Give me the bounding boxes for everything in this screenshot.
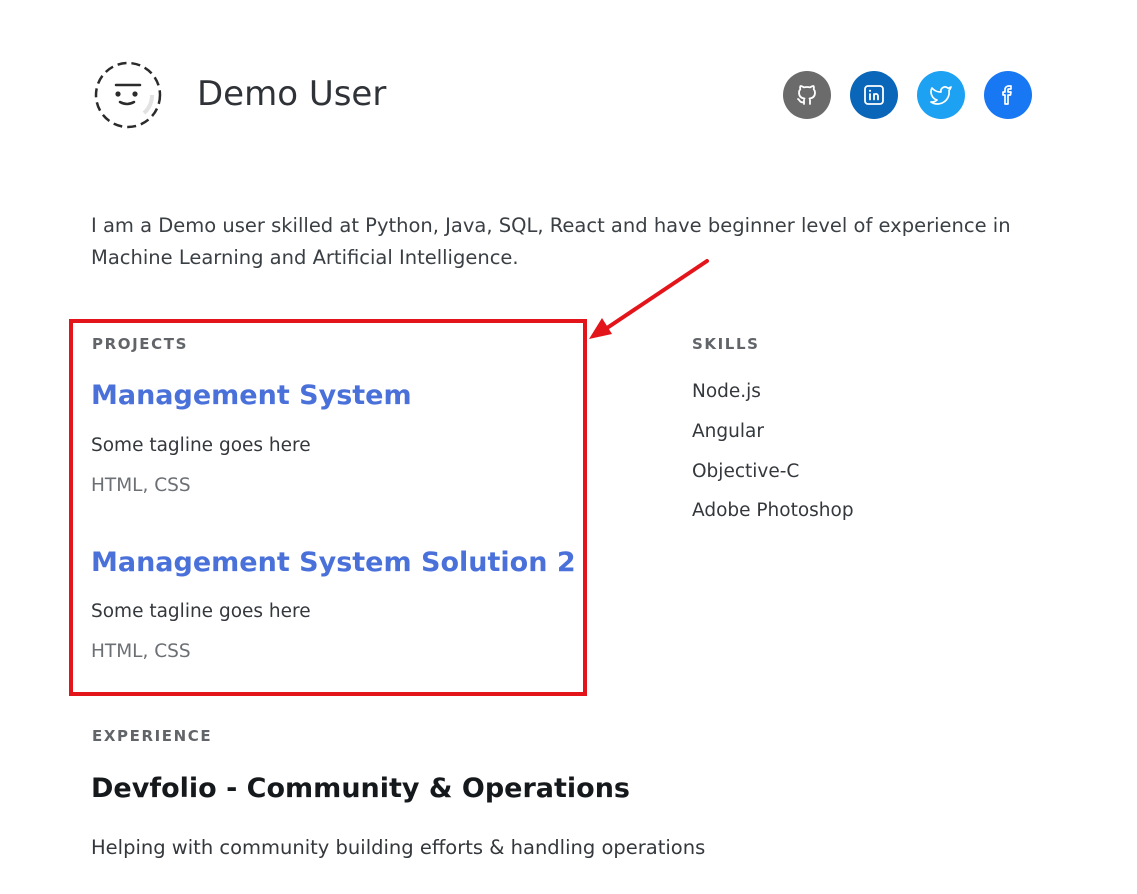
portfolio-page: Demo User I am a Demo user skilled at Py… (0, 0, 1137, 894)
skill-item: Objective-C (692, 461, 800, 482)
skill-item: Angular (692, 421, 764, 442)
bio-text: I am a Demo user skilled at Python, Java… (91, 214, 1011, 269)
twitter-link[interactable] (917, 71, 965, 119)
skills-section-label: SKILLS (692, 335, 760, 353)
project-tagline: Some tagline goes here (91, 435, 311, 456)
project-title-link[interactable]: Management System Solution 2 (91, 547, 576, 578)
projects-section-label: PROJECTS (92, 335, 188, 353)
linkedin-icon (864, 85, 884, 105)
linkedin-link[interactable] (850, 71, 898, 119)
project-tech: HTML, CSS (91, 475, 191, 496)
project-title-link[interactable]: Management System (91, 380, 412, 411)
projects-highlight-box (69, 319, 587, 696)
github-icon (797, 85, 816, 105)
user-name: Demo User (197, 74, 387, 114)
twitter-icon (930, 86, 952, 105)
avatar-face-icon (94, 61, 162, 129)
project-tech: HTML, CSS (91, 641, 191, 662)
project-tagline: Some tagline goes here (91, 601, 311, 622)
experience-title: Devfolio - Community & Operations (91, 773, 630, 804)
github-link[interactable] (783, 71, 831, 119)
facebook-icon (1002, 85, 1012, 105)
facebook-link[interactable] (984, 71, 1032, 119)
experience-description: Helping with community building efforts … (91, 836, 706, 859)
avatar (94, 61, 162, 129)
experience-section-label: EXPERIENCE (92, 727, 213, 745)
skill-item: Adobe Photoshop (692, 500, 854, 521)
skill-item: Node.js (692, 381, 761, 402)
